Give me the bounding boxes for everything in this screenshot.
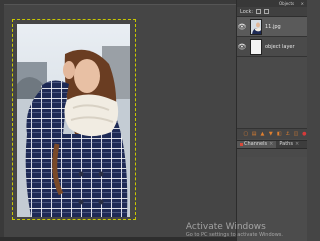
channels-paths-tabs: Channels × Paths ×	[237, 140, 307, 149]
layers-toolbar: ▢ ▤ ▲ ▼ ◧ ⚓ ◫ ●	[237, 128, 307, 139]
lock-label: Lock:	[240, 8, 254, 15]
channels-icon	[240, 143, 243, 146]
left-ruler	[0, 0, 4, 241]
image-canvas[interactable]	[12, 19, 136, 220]
layer-row[interactable]: 👁 11.jpg	[237, 17, 307, 37]
new-layer-icon[interactable]: ▢	[243, 131, 248, 137]
canvas-area[interactable]	[0, 0, 236, 241]
layer-name: object layer	[265, 43, 295, 50]
activate-windows-watermark: Activate Windows Go to PC settings to ac…	[186, 222, 283, 238]
watermark-title: Activate Windows	[185, 222, 266, 232]
lock-pixels-icon[interactable]	[256, 9, 262, 14]
down-icon[interactable]: ▼	[268, 131, 273, 137]
delete-icon[interactable]: ●	[302, 131, 307, 137]
dock-title: Objects	[279, 1, 295, 6]
top-ruler	[0, 0, 236, 5]
tab-channels[interactable]: Channels ×	[237, 140, 277, 149]
close-icon[interactable]: ×	[301, 0, 304, 7]
layer-thumbnail	[250, 38, 262, 55]
lock-row: Lock:	[237, 7, 307, 17]
up-icon[interactable]: ▲	[260, 131, 265, 137]
anchor-icon[interactable]: ⚓	[285, 131, 290, 137]
eye-icon[interactable]: 👁	[237, 17, 247, 37]
photo-woman-scarf	[17, 24, 130, 217]
layer-thumbnail	[250, 18, 262, 35]
layers-dock: Objects × Lock: 👁 11.jpg 👁 object layer …	[236, 0, 307, 241]
layer-row[interactable]: 👁 object layer	[237, 37, 307, 57]
watermark-subtitle: Go to PC settings to activate Windows.	[185, 232, 283, 238]
group-icon[interactable]: ▤	[251, 131, 257, 137]
tab-label: Channels	[244, 141, 268, 147]
close-icon[interactable]: ×	[269, 140, 273, 149]
close-icon[interactable]: ×	[295, 140, 299, 149]
mask-icon[interactable]: ◫	[293, 131, 299, 137]
eye-icon[interactable]: 👁	[237, 37, 247, 57]
tab-paths[interactable]: Paths ×	[276, 141, 302, 148]
layer-name: 11.jpg	[265, 23, 281, 30]
lock-position-icon[interactable]	[264, 9, 270, 14]
duplicate-icon[interactable]: ◧	[277, 131, 282, 137]
tab-label: Paths	[279, 141, 293, 147]
